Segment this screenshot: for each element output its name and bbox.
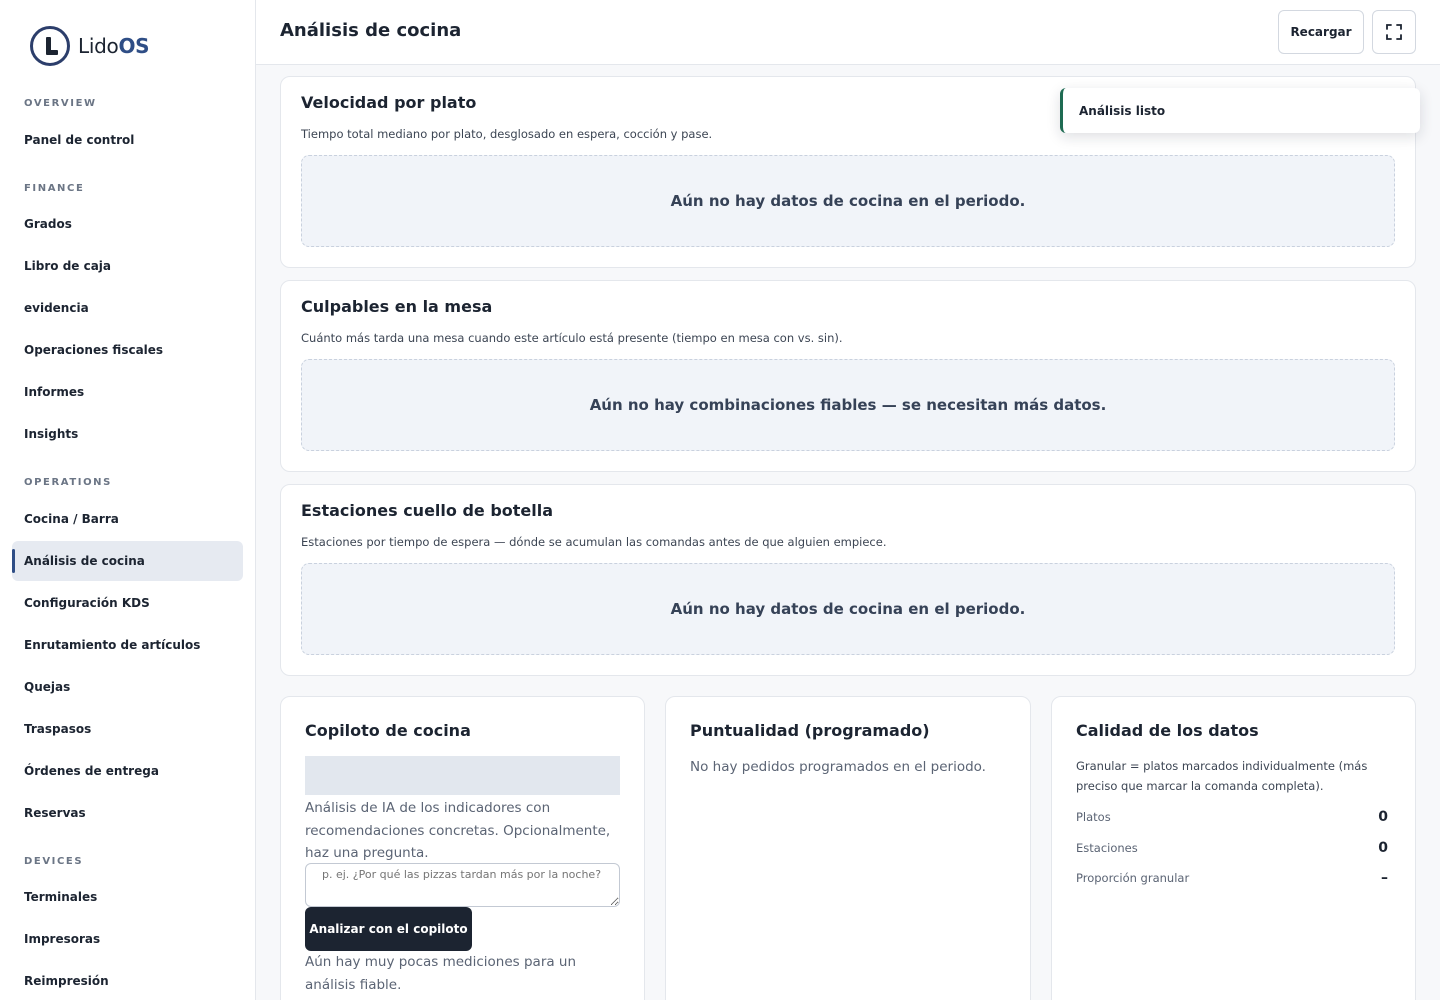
empty-state: Aún no hay combinaciones fiables — se ne… — [301, 359, 1395, 451]
fullscreen-icon — [1386, 24, 1402, 40]
sidebar-item-ordenes-de-entrega[interactable]: Órdenes de entrega — [12, 751, 243, 791]
quality-value: – — [1381, 870, 1388, 886]
toast-notification: Análisis listo — [1060, 88, 1420, 133]
copilot-description: Análisis de IA de los indicadores con re… — [305, 800, 611, 861]
quality-label: Proporción granular — [1076, 871, 1190, 885]
sidebar-item-analisis-de-cocina[interactable]: Análisis de cocina — [12, 541, 243, 581]
card-subtitle: Cuánto más tarda una mesa cuando este ar… — [301, 331, 843, 345]
card-bottleneck-stations: Estaciones cuello de botella Estaciones … — [280, 484, 1416, 676]
copilot-question-input[interactable] — [305, 863, 620, 907]
quality-description: Granular = platos marcados individualmen… — [1076, 759, 1368, 793]
card-subtitle: Tiempo total mediano por plato, desglosa… — [301, 127, 713, 141]
card-kitchen-copilot: Copiloto de cocina Análisis de IA de los… — [280, 696, 645, 1000]
sidebar-item-reimpresion[interactable]: Reimpresión — [12, 961, 243, 1000]
page-header: Análisis de cocina Recargar — [256, 0, 1440, 65]
copilot-output-placeholder — [305, 756, 620, 795]
quality-row-proporcion-granular: Proporción granular – — [1076, 870, 1388, 886]
section-finance: FINANCE — [24, 183, 85, 194]
sidebar-item-grados[interactable]: Grados — [12, 204, 243, 244]
copilot-note: Aún hay muy pocas mediciones para un aná… — [305, 954, 577, 993]
quality-row-estaciones: Estaciones 0 — [1076, 840, 1388, 856]
sidebar-item-enrutamiento[interactable]: Enrutamiento de artículos — [12, 625, 243, 665]
sidebar: LidoOS OVERVIEW Panel de control FINANCE… — [0, 0, 256, 1000]
sidebar-item-informes[interactable]: Informes — [12, 372, 243, 412]
empty-state: Aún no hay datos de cocina en el periodo… — [301, 563, 1395, 655]
sidebar-item-operaciones-fiscales[interactable]: Operaciones fiscales — [12, 330, 243, 370]
sidebar-item-evidencia[interactable]: evidencia — [12, 288, 243, 328]
punctuality-empty-text: No hay pedidos programados en el periodo… — [690, 759, 986, 775]
quality-label: Estaciones — [1076, 841, 1138, 855]
page-title: Análisis de cocina — [280, 20, 462, 41]
sidebar-item-traspasos[interactable]: Traspasos — [12, 709, 243, 749]
sidebar-item-quejas[interactable]: Quejas — [12, 667, 243, 707]
analyze-copilot-button[interactable]: Analizar con el copiloto — [305, 907, 472, 951]
sidebar-item-impresoras[interactable]: Impresoras — [12, 919, 243, 959]
fullscreen-button[interactable] — [1372, 10, 1416, 54]
sidebar-item-insights[interactable]: Insights — [12, 414, 243, 454]
logo-text: LidoOS — [78, 34, 150, 58]
card-data-quality: Calidad de los datos Granular = platos m… — [1051, 696, 1416, 1000]
card-title: Velocidad por plato — [301, 93, 477, 112]
quality-label: Platos — [1076, 810, 1111, 824]
sidebar-item-panel-de-control[interactable]: Panel de control — [12, 120, 243, 160]
sidebar-item-reservas[interactable]: Reservas — [12, 793, 243, 833]
logo-accent: OS — [118, 34, 150, 58]
sidebar-item-configuracion-kds[interactable]: Configuración KDS — [12, 583, 243, 623]
sidebar-item-terminales[interactable]: Terminales — [12, 877, 243, 917]
quality-row-platos: Platos 0 — [1076, 809, 1388, 825]
reload-button[interactable]: Recargar — [1278, 10, 1364, 54]
section-overview: OVERVIEW — [24, 98, 97, 109]
card-title: Copiloto de cocina — [305, 721, 471, 740]
app-logo[interactable]: LidoOS — [30, 26, 150, 66]
empty-state: Aún no hay datos de cocina en el periodo… — [301, 155, 1395, 247]
card-punctuality: Puntualidad (programado) No hay pedidos … — [665, 696, 1031, 1000]
sidebar-item-cocina-barra[interactable]: Cocina / Barra — [12, 499, 243, 539]
quality-value: 0 — [1378, 809, 1388, 825]
sidebar-item-libro-de-caja[interactable]: Libro de caja — [12, 246, 243, 286]
card-title: Estaciones cuello de botella — [301, 501, 554, 520]
card-title: Culpables en la mesa — [301, 297, 493, 316]
card-subtitle: Estaciones por tiempo de espera — dónde … — [301, 535, 887, 549]
card-title: Puntualidad (programado) — [690, 721, 930, 740]
quality-value: 0 — [1378, 840, 1388, 856]
logo-icon — [30, 26, 70, 66]
card-table-culprits: Culpables en la mesa Cuánto más tarda un… — [280, 280, 1416, 472]
section-devices: DEVICES — [24, 856, 84, 867]
section-operations: OPERATIONS — [24, 477, 112, 488]
card-title: Calidad de los datos — [1076, 721, 1259, 740]
logo-main: Lido — [78, 34, 119, 58]
